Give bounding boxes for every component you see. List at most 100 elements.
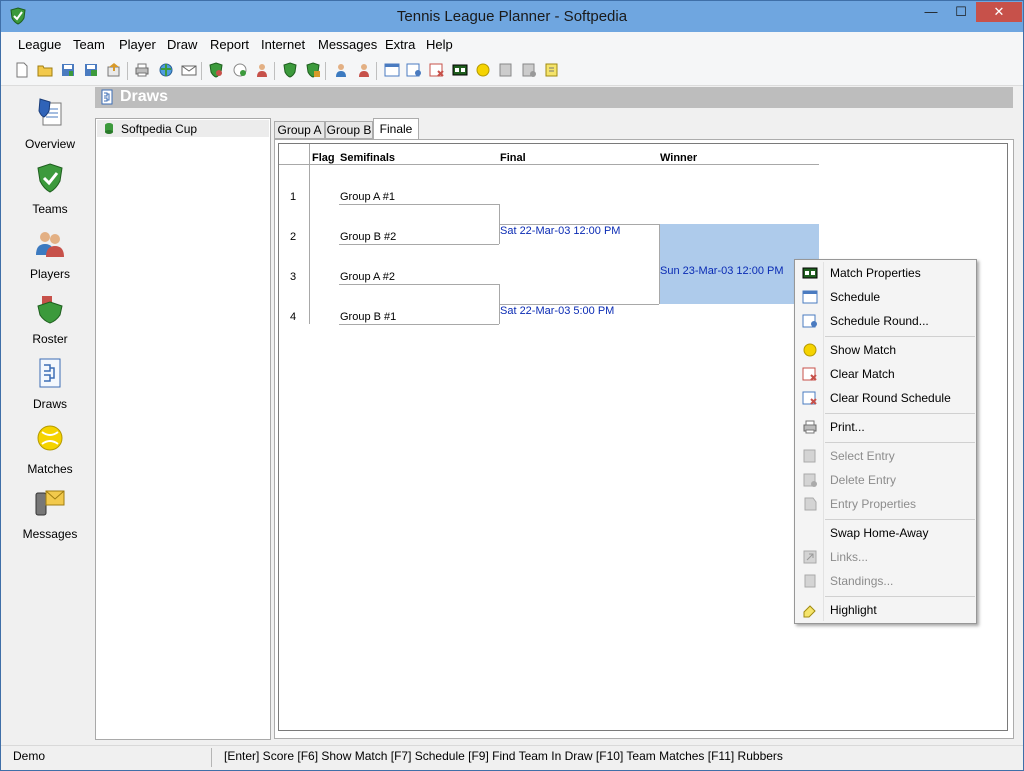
menu-item-standings: Standings... <box>797 569 974 593</box>
nav-label: Players <box>29 267 70 281</box>
menu-extra[interactable]: Extra <box>385 37 415 52</box>
links-icon <box>803 550 817 564</box>
menu-item-label: Schedule Round... <box>830 314 929 328</box>
team-entry[interactable]: Group B #2 <box>340 231 396 243</box>
entry-properties-icon <box>804 497 817 511</box>
menu-item-label: Links... <box>830 550 869 564</box>
clear-schedule-icon[interactable] <box>429 62 445 78</box>
menu-item-schedule[interactable]: Schedule <box>797 285 974 309</box>
nav-overview[interactable]: Overview <box>3 87 97 151</box>
menu-internet[interactable]: Internet <box>261 37 305 52</box>
menu-separator <box>825 596 975 597</box>
context-menu: Match Properties Schedule Schedule Round… <box>794 259 977 624</box>
nav-draws[interactable]: Draws <box>3 347 97 411</box>
standings-icon <box>804 574 816 588</box>
menu-item-match-properties[interactable]: Match Properties <box>797 261 974 285</box>
menu-separator <box>825 413 975 414</box>
save-as-icon[interactable] <box>83 62 99 78</box>
email-icon[interactable] <box>181 62 197 78</box>
schedule-icon <box>802 290 818 304</box>
menu-team[interactable]: Team <box>73 37 105 52</box>
clear-match-icon <box>802 367 817 381</box>
print-icon[interactable] <box>134 62 150 78</box>
close-button[interactable]: ✕ <box>976 2 1022 22</box>
menu-item-clear-round-schedule[interactable]: Clear Round Schedule <box>797 386 974 410</box>
entry-delete-icon[interactable] <box>521 62 537 78</box>
schedule-icon[interactable] <box>384 62 400 78</box>
menu-item-label: Clear Round Schedule <box>830 391 951 405</box>
grid-line <box>279 164 819 165</box>
minimize-button[interactable]: — <box>917 2 945 22</box>
toolbar-separator <box>376 62 377 80</box>
nav-matches[interactable]: Matches <box>3 412 97 476</box>
highlight-icon[interactable] <box>544 62 560 78</box>
nav-teams[interactable]: Teams <box>3 152 97 216</box>
nav-roster[interactable]: Roster <box>3 282 97 346</box>
team-entry[interactable]: Group B #1 <box>340 311 396 323</box>
tree-item[interactable]: Softpedia Cup <box>97 120 269 137</box>
menu-report[interactable]: Report <box>210 37 249 52</box>
tab-finale[interactable]: Finale <box>373 118 419 140</box>
app-window: Tennis League Planner - Softpedia — ☐ ✕ … <box>0 0 1024 771</box>
menu-bar: League Team Player Draw Report Internet … <box>1 32 1023 56</box>
nav-label: Matches <box>27 462 73 476</box>
menu-item-links: Links... <box>797 545 974 569</box>
show-match-icon <box>803 343 817 357</box>
player-icon[interactable] <box>254 62 270 78</box>
toolbar-separator <box>201 62 202 80</box>
status-shortcuts: [Enter] Score [F6] Show Match [F7] Sched… <box>224 749 783 763</box>
menu-item-show-match[interactable]: Show Match <box>797 338 974 362</box>
schedule-round-icon[interactable] <box>406 62 422 78</box>
menu-draw[interactable]: Draw <box>167 37 197 52</box>
menu-help[interactable]: Help <box>426 37 453 52</box>
player-add-icon[interactable] <box>333 62 349 78</box>
web-icon[interactable] <box>158 62 174 78</box>
draws-icon <box>39 358 61 388</box>
column-header-semifinals: Semifinals <box>340 152 396 164</box>
tab-group-b[interactable]: Group B <box>325 121 373 139</box>
team-entry[interactable]: Group A #2 <box>340 271 395 283</box>
status-divider <box>211 748 212 767</box>
menu-separator <box>825 442 975 443</box>
final-match-time[interactable]: Sat 22-Mar-03 5:00 PM <box>500 305 614 317</box>
row-number: 2 <box>290 231 297 243</box>
nav-label: Roster <box>32 332 68 346</box>
menu-item-swap-home-away[interactable]: Swap Home-Away <box>797 521 974 545</box>
menu-player[interactable]: Player <box>119 37 156 52</box>
title-bar[interactable]: Tennis League Planner - Softpedia — ☐ ✕ <box>1 1 1023 32</box>
tab-group-a[interactable]: Group A <box>274 121 325 139</box>
ball-icon[interactable] <box>232 62 248 78</box>
open-icon[interactable] <box>37 62 53 78</box>
menu-league[interactable]: League <box>18 37 61 52</box>
save-icon[interactable] <box>60 62 76 78</box>
new-icon[interactable] <box>14 62 30 78</box>
grid-line <box>339 284 499 285</box>
team-edit-icon[interactable] <box>305 62 321 78</box>
player-edit-icon[interactable] <box>356 62 372 78</box>
menu-item-schedule-round[interactable]: Schedule Round... <box>797 309 974 333</box>
nav-label: Messages <box>22 527 78 541</box>
grid-line <box>339 244 499 245</box>
league-icon[interactable] <box>208 62 224 78</box>
menu-item-highlight[interactable]: Highlight <box>797 598 974 622</box>
menu-item-label: Show Match <box>830 343 897 357</box>
team-entry[interactable]: Group A #1 <box>340 191 395 203</box>
menu-item-print[interactable]: Print... <box>797 415 974 439</box>
show-match-icon[interactable] <box>475 62 491 78</box>
messages-phone-icon <box>35 490 65 516</box>
teams-shield-icon <box>37 163 63 193</box>
winner-match-time[interactable]: Sun 23-Mar-03 12:00 PM <box>660 265 784 277</box>
menu-item-clear-match[interactable]: Clear Match <box>797 362 974 386</box>
maximize-button[interactable]: ☐ <box>947 2 975 22</box>
nav-players[interactable]: Players <box>3 217 97 281</box>
score-icon[interactable] <box>452 62 468 78</box>
final-match-time[interactable]: Sat 22-Mar-03 12:00 PM <box>500 225 620 237</box>
roster-icon <box>37 296 63 324</box>
export-icon[interactable] <box>106 62 122 78</box>
team-add-icon[interactable] <box>282 62 298 78</box>
nav-messages[interactable]: Messages <box>3 477 97 541</box>
menu-item-label: Highlight <box>830 603 877 617</box>
matches-ball-icon <box>37 425 63 451</box>
entry-icon[interactable] <box>498 62 514 78</box>
menu-messages[interactable]: Messages <box>318 37 377 52</box>
